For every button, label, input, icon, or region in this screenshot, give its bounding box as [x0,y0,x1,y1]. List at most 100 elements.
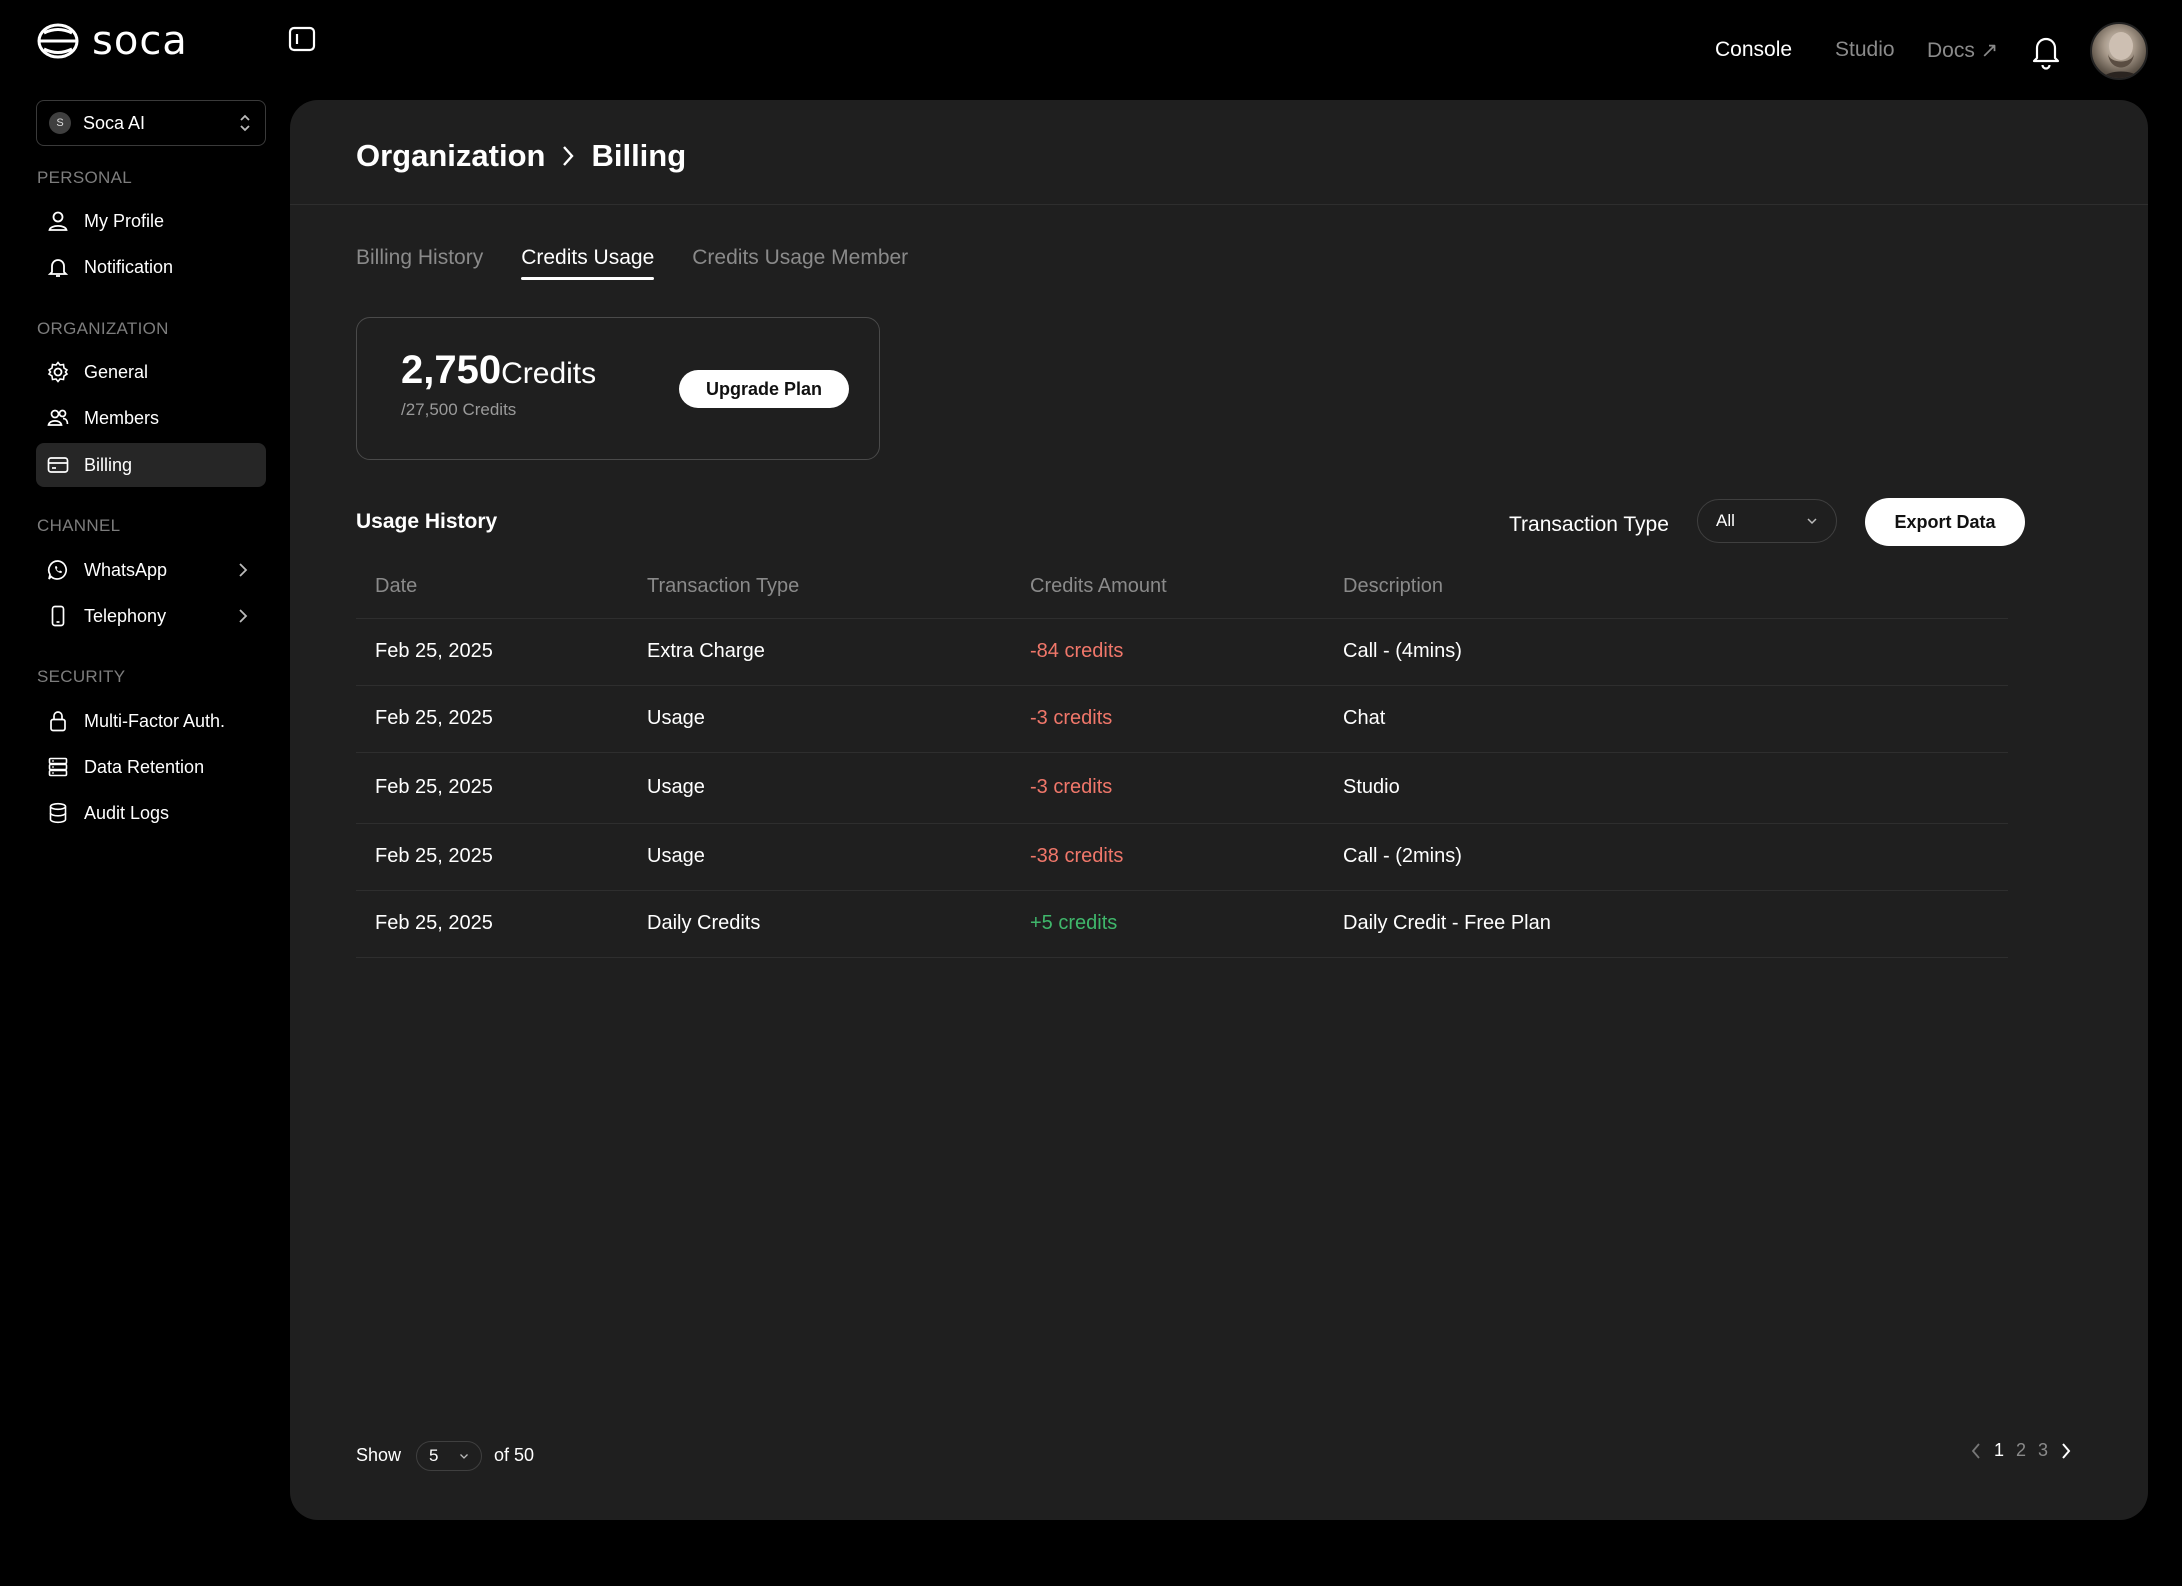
total-count-label: of 50 [494,1445,535,1465]
cell-credits-amount: +5 credits [1030,890,1343,958]
sidebar-item-label: Billing [84,454,133,475]
topnav-console-link[interactable]: Console [1715,38,1792,62]
section-label-personal: PERSONAL [37,168,132,187]
sidebar-item-audit-logs[interactable]: Audit Logs [36,791,266,835]
section-label-channel: CHANNEL [37,516,121,535]
page-size-select[interactable]: 5 [416,1441,482,1471]
chevron-down-icon [1807,518,1817,525]
soca-logo-icon [37,23,79,59]
users-icon [47,409,69,426]
breadcrumb-organization[interactable]: Organization [356,138,545,174]
table-row: Feb 25, 2025 Usage -3 credits Studio [356,752,2008,824]
sidebar-item-label: WhatsApp [84,559,168,580]
cell-transaction-type: Daily Credits [647,890,1030,958]
usage-history-title: Usage History [356,510,498,533]
credit-card-icon [47,457,69,473]
cell-credits-amount: -38 credits [1030,823,1343,891]
cell-credits-amount: -3 credits [1030,685,1343,753]
breadcrumb-billing: Billing [591,138,687,173]
sidebar-toggle-icon[interactable] [288,26,316,52]
export-data-button[interactable]: Export Data [1865,498,2025,546]
user-avatar[interactable] [2090,22,2148,80]
credits-balance: 2,750 Credits [401,348,596,393]
organization-name: Soca AI [83,112,146,133]
credits-total: /27,500 Credits [401,400,517,419]
chevron-right-icon [563,146,575,166]
cell-description: Call - (4mins) [1343,618,2008,686]
cell-date: Feb 25, 2025 [356,685,647,753]
page-button-1[interactable]: 1 [1994,1440,2004,1461]
cell-transaction-type: Extra Charge [647,618,1030,686]
page-button-2[interactable]: 2 [2016,1440,2026,1461]
section-label-organization: ORGANIZATION [37,319,169,338]
cell-description: Call - (2mins) [1343,823,2008,891]
sidebar-item-whatsapp[interactable]: WhatsApp [36,548,266,592]
table-row: Feb 25, 2025 Usage -38 credits Call - (2… [356,823,2008,891]
organization-selector[interactable]: S Soca AI [36,100,266,146]
main-panel: Organization Billing Billing History Cre… [290,100,2148,1520]
transaction-type-label: Transaction Type [1509,513,1669,536]
logo[interactable]: soca [36,18,188,64]
cell-transaction-type: Usage [647,823,1030,891]
whatsapp-icon [47,560,67,580]
cell-transaction-type: Usage [647,685,1030,753]
chevron-left-icon[interactable] [1970,1441,1982,1461]
sidebar-item-data-retention[interactable]: Data Retention [36,745,266,789]
billing-tabs: Billing History Credits Usage Credits Us… [356,246,908,280]
column-header-date: Date [356,556,647,619]
chevron-right-icon[interactable] [2060,1441,2072,1461]
sidebar-item-label: General [84,361,149,382]
sidebar-item-members[interactable]: Members [36,396,266,440]
pagination: 1 2 3 [1970,1440,2072,1461]
show-label: Show [356,1445,402,1465]
logo-text: soca [92,18,188,64]
chevron-up-down-icon [240,114,250,132]
breadcrumb: Organization Billing [356,138,686,174]
sidebar-item-label: Members [84,407,160,428]
notification-bell-icon[interactable] [2030,32,2062,70]
cell-date: Feb 25, 2025 [356,752,647,824]
sidebar-item-multi-factor-auth[interactable]: Multi-Factor Auth. [36,699,266,743]
table-row: Feb 25, 2025 Extra Charge -84 credits Ca… [356,618,2008,686]
sidebar-item-telephony[interactable]: Telephony [36,594,266,638]
transaction-type-select[interactable]: All [1697,499,1837,543]
upgrade-plan-button[interactable]: Upgrade Plan [679,370,849,408]
header-divider [290,204,2148,205]
usage-history-table: Date Transaction Type Credits Amount Des… [356,556,2008,958]
column-header-credits-amount: Credits Amount [1030,556,1343,619]
page-size-value: 5 [429,1446,439,1465]
lock-icon [50,711,66,732]
credits-summary-card: 2,750 Credits /27,500 Credits Upgrade Pl… [356,317,880,460]
credits-unit: Credits [501,357,597,390]
topnav-docs-link[interactable]: Docs ↗ [1927,38,1998,63]
tab-billing-history[interactable]: Billing History [356,246,483,280]
database-icon [49,802,67,824]
sidebar-item-notification[interactable]: Notification [36,245,266,289]
bell-icon [47,259,69,277]
sidebar-item-general[interactable]: General [36,350,266,394]
app-window: soca S Soca AI PERSONAL My Profile Notif… [0,0,2182,1586]
organization-avatar: S [49,112,71,134]
sidebar-item-label: Notification [84,256,174,277]
cell-date: Feb 25, 2025 [356,823,647,891]
tab-credits-usage-member[interactable]: Credits Usage Member [692,246,908,280]
column-header-description: Description [1343,556,2008,619]
cell-credits-amount: -3 credits [1030,752,1343,824]
cell-date: Feb 25, 2025 [356,890,647,958]
sidebar-item-my-profile[interactable]: My Profile [36,199,266,243]
chevron-down-icon [460,1453,468,1459]
chevron-right-icon [239,609,248,623]
cell-description: Studio [1343,752,2008,824]
table-header-row: Date Transaction Type Credits Amount Des… [356,556,2008,619]
server-icon [48,757,68,777]
column-header-transaction-type: Transaction Type [647,556,1030,619]
sidebar-item-label: Telephony [84,605,167,626]
sidebar-item-label: Multi-Factor Auth. [84,710,226,731]
sidebar-item-billing[interactable]: Billing [36,443,266,487]
topnav-studio-link[interactable]: Studio [1835,38,1895,62]
page-button-3[interactable]: 3 [2038,1440,2048,1461]
tab-credits-usage[interactable]: Credits Usage [521,246,655,280]
cell-description: Chat [1343,685,2008,753]
cell-date: Feb 25, 2025 [356,618,647,686]
section-label-security: SECURITY [37,667,126,686]
